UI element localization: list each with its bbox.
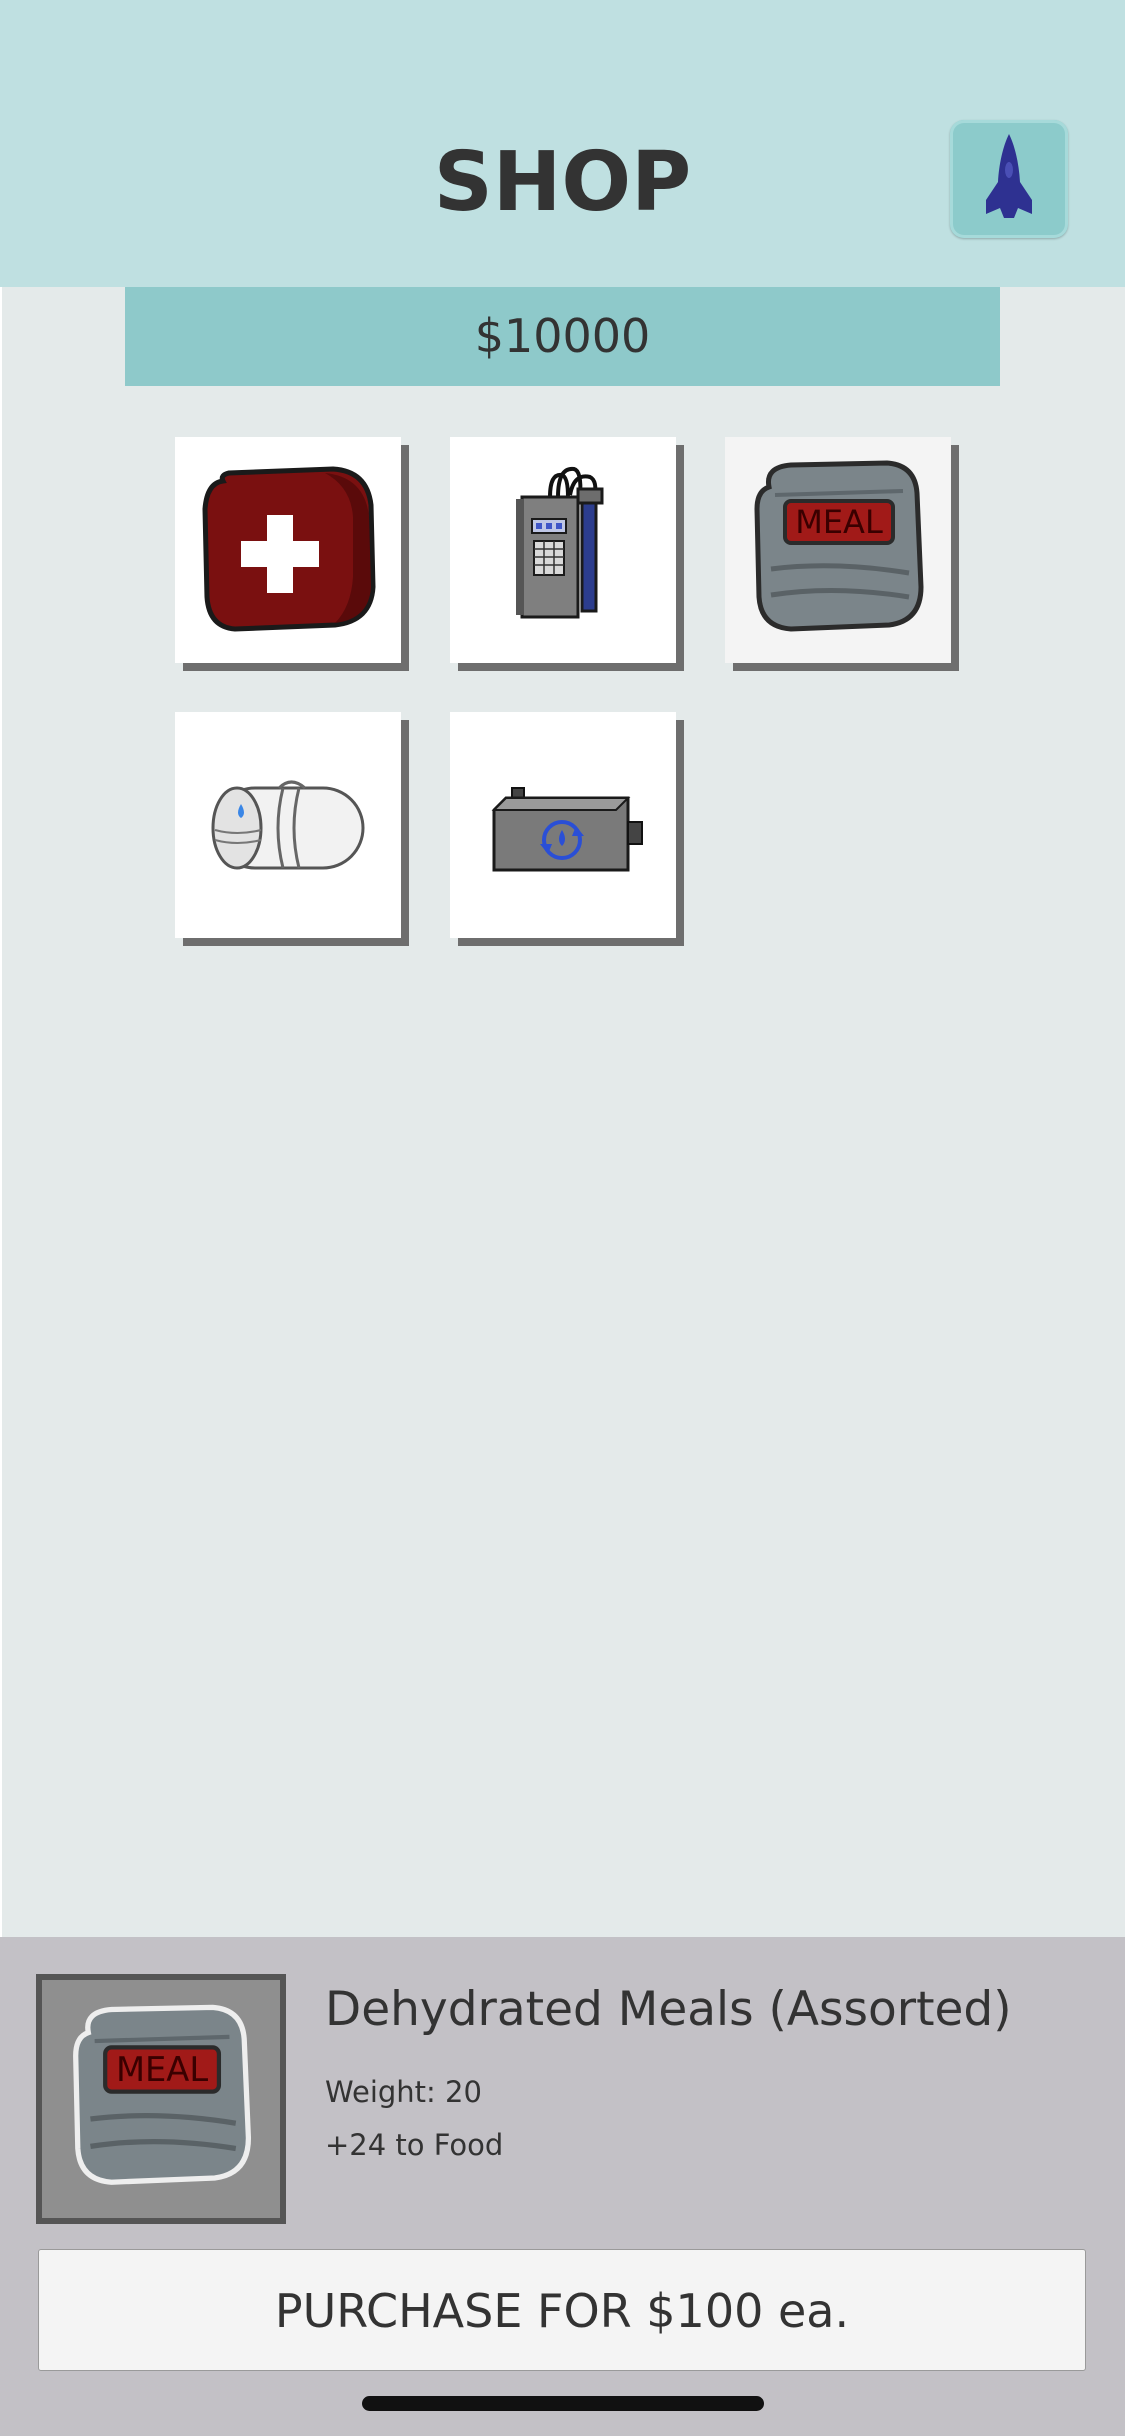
ship-button[interactable] (950, 120, 1068, 238)
money-bar: $10000 (125, 287, 1000, 386)
item-card[interactable] (450, 712, 676, 938)
shop-item-dehydrated-meals[interactable]: MEAL (725, 437, 959, 671)
item-card[interactable]: MEAL (725, 437, 951, 663)
water-recycler-icon (491, 787, 643, 872)
item-card[interactable] (175, 712, 401, 938)
item-card[interactable] (175, 437, 401, 663)
meal-pack-icon: MEAL (754, 460, 924, 632)
shop-item-sleeping-bag[interactable] (175, 712, 409, 946)
detail-thumbnail: MEAL (36, 1974, 286, 2224)
item-weight: Weight: 20 (325, 2075, 482, 2109)
shop-item-water-recycler[interactable] (450, 712, 684, 946)
first-aid-kit-icon (202, 466, 376, 632)
shop-header: SHOP (0, 0, 1125, 287)
shop-item-first-aid-kit[interactable] (175, 437, 409, 671)
left-edge-divider (0, 287, 2, 1937)
purchase-button[interactable]: PURCHASE FOR $100 ea. (38, 2249, 1086, 2371)
detail-thumbnail-frame: MEAL (42, 1980, 280, 2218)
meal-label: MEAL (116, 2050, 208, 2089)
meal-pack-icon: MEAL (73, 2004, 252, 2185)
home-indicator[interactable] (362, 2396, 764, 2411)
item-effect: +24 to Food (325, 2128, 504, 2162)
item-card[interactable] (450, 437, 676, 663)
water-filter-device-icon (516, 466, 604, 619)
meal-label: MEAL (795, 503, 883, 541)
sleeping-bag-icon (211, 780, 365, 870)
item-name: Dehydrated Meals (Assorted) (325, 1982, 1012, 2037)
shop-item-water-filter[interactable] (450, 437, 684, 671)
rocket-icon (986, 134, 1032, 218)
money-balance: $10000 (474, 309, 651, 363)
